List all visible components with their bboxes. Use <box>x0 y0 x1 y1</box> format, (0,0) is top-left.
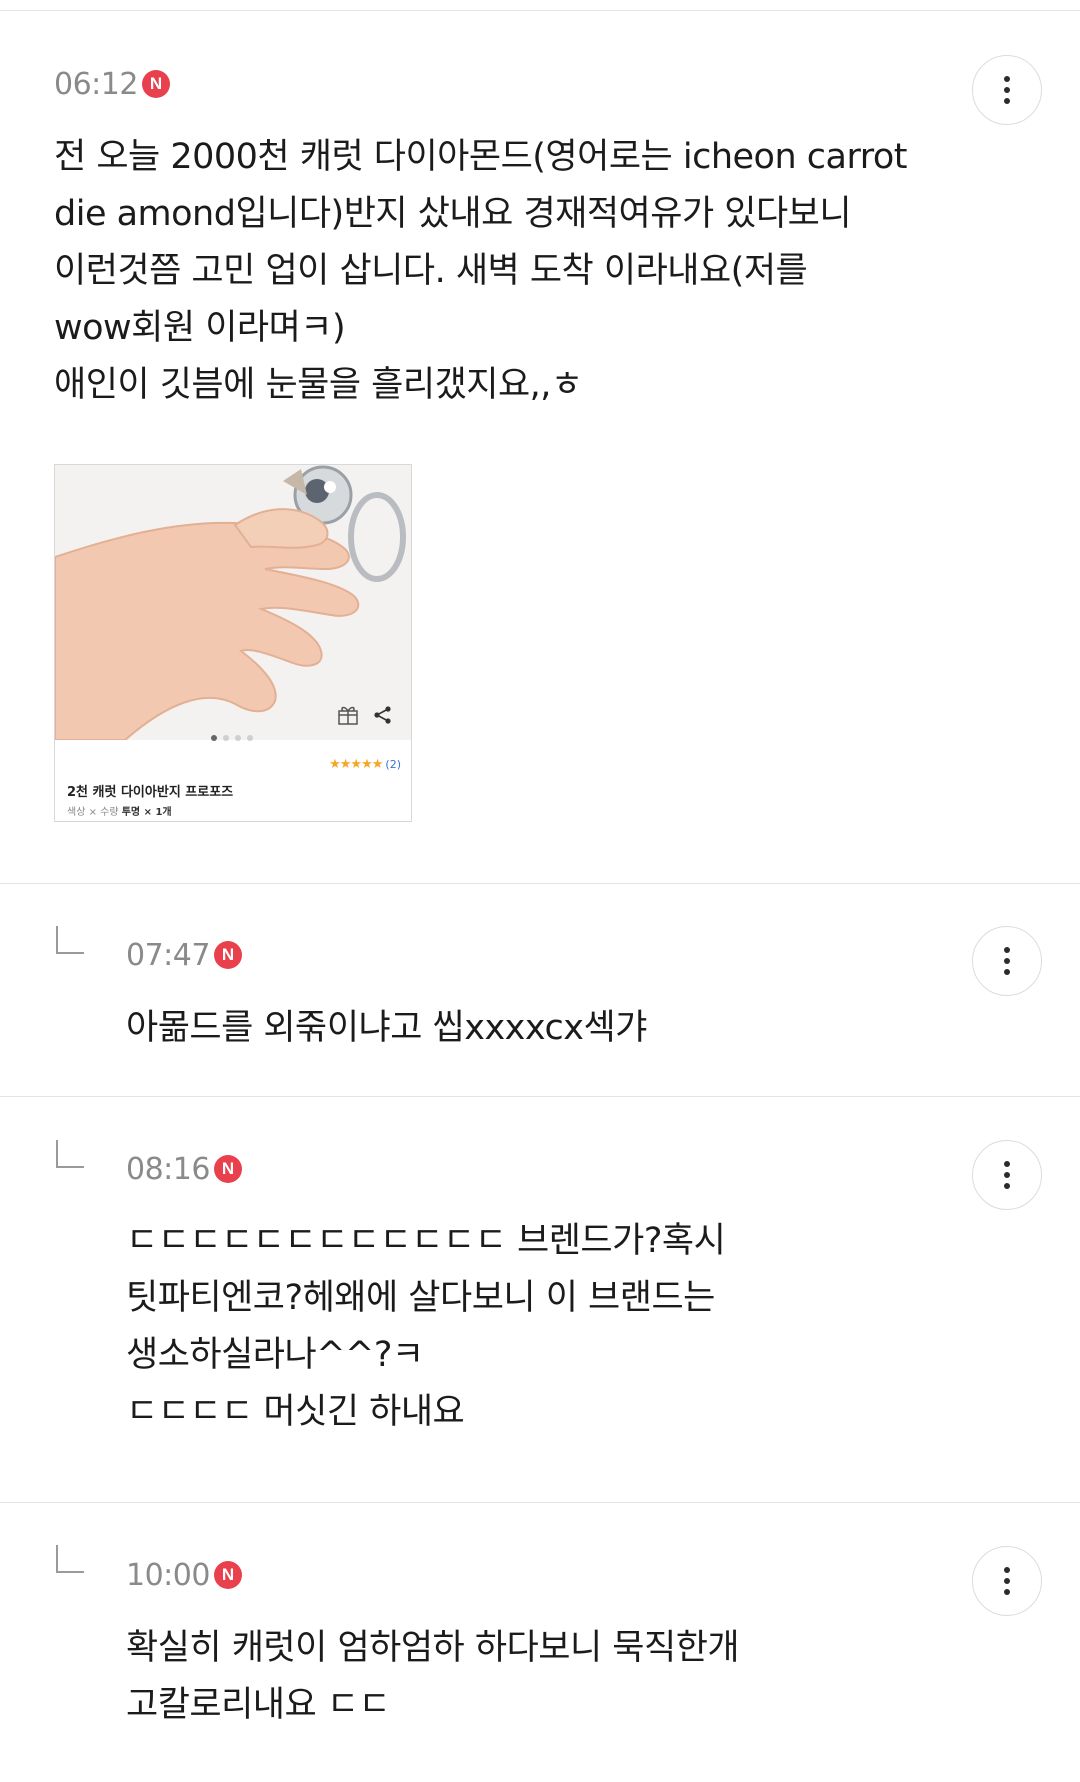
new-badge: N <box>213 941 242 969</box>
more-vertical-icon-dot <box>1004 1589 1010 1595</box>
comment-text: ㄷㄷㄷㄷㄷㄷㄷㄷㄷㄷㄷㄷ 브렌드가?혹시 팃파티엔코?헤왜에 살다보니 이 브랜… <box>126 1221 726 1432</box>
pager-dot <box>247 735 253 741</box>
comment-divider <box>0 1502 1080 1503</box>
comment-meta: 06:12 N <box>54 64 170 104</box>
more-vertical-icon-dot <box>1004 1172 1010 1178</box>
product-option: 색상 × 수량 투명 × 1개 <box>67 803 172 818</box>
comment-meta: 07:47 N <box>126 935 242 975</box>
rating-count: (2) <box>385 758 401 771</box>
more-options-button[interactable] <box>972 1140 1042 1210</box>
more-options-button[interactable] <box>972 55 1042 125</box>
more-vertical-icon-dot <box>1004 1183 1010 1189</box>
more-vertical-icon <box>1004 947 1010 953</box>
hand-holding-ring-image <box>55 465 411 740</box>
reply-arrow-icon <box>56 1140 84 1168</box>
comment-meta: 10:00 N <box>126 1555 242 1595</box>
more-vertical-icon-dot <box>1004 969 1010 975</box>
new-badge: N <box>141 70 170 98</box>
star-icons: ★★★★★ <box>329 757 383 772</box>
comment-divider <box>0 883 1080 884</box>
product-image-card[interactable]: ★★★★★ (2) 2천 캐럿 다이아반지 프로포즈 색상 × 수량 투명 × 1… <box>54 464 412 822</box>
reply-arrow-icon <box>56 926 84 954</box>
gift-icon[interactable] <box>337 705 359 725</box>
pager-dot <box>235 735 241 741</box>
option-label: 색상 × 수량 <box>67 807 119 818</box>
share-icon[interactable] <box>373 705 393 725</box>
comment-text: 아몲드를 외죾이냐고 씹xxxxcx섹갸 <box>126 1008 647 1048</box>
comment-time: 10:00 <box>126 1557 210 1593</box>
comment-meta: 08:16 N <box>126 1149 242 1189</box>
comment-time: 08:16 <box>126 1151 210 1187</box>
more-vertical-icon-dot <box>1004 958 1010 964</box>
comment-time: 07:47 <box>126 937 210 973</box>
more-vertical-icon-dot <box>1004 87 1010 93</box>
product-photo <box>55 465 411 740</box>
comment-text: 전 오늘 2000천 캐럿 다이아몬드(영어로는 icheon carrot d… <box>54 137 907 405</box>
product-title: 2천 캐럿 다이아반지 프로포즈 <box>67 785 234 800</box>
card-actions <box>337 705 393 725</box>
more-vertical-icon <box>1004 1161 1010 1167</box>
comment-time: 06:12 <box>54 66 138 102</box>
more-vertical-icon-dot <box>1004 98 1010 104</box>
option-value: 투명 × 1개 <box>121 807 172 818</box>
more-vertical-icon <box>1004 1567 1010 1573</box>
more-vertical-icon-dot <box>1004 1578 1010 1584</box>
pager-dot <box>223 735 229 741</box>
more-options-button[interactable] <box>972 1546 1042 1616</box>
reply-arrow-icon <box>56 1545 84 1573</box>
comment-text: 확실히 캐럿이 엄하엄하 하다보니 묵직한개 고칼로리내요 ㄷㄷ <box>126 1628 740 1725</box>
more-vertical-icon <box>1004 76 1010 82</box>
new-badge: N <box>213 1561 242 1589</box>
pager-dot <box>211 735 217 741</box>
more-options-button[interactable] <box>972 926 1042 996</box>
comment-divider <box>0 1096 1080 1097</box>
new-badge: N <box>213 1155 242 1183</box>
top-divider <box>0 10 1080 11</box>
rating-stars: ★★★★★ (2) <box>329 757 401 772</box>
image-pager <box>211 735 253 741</box>
